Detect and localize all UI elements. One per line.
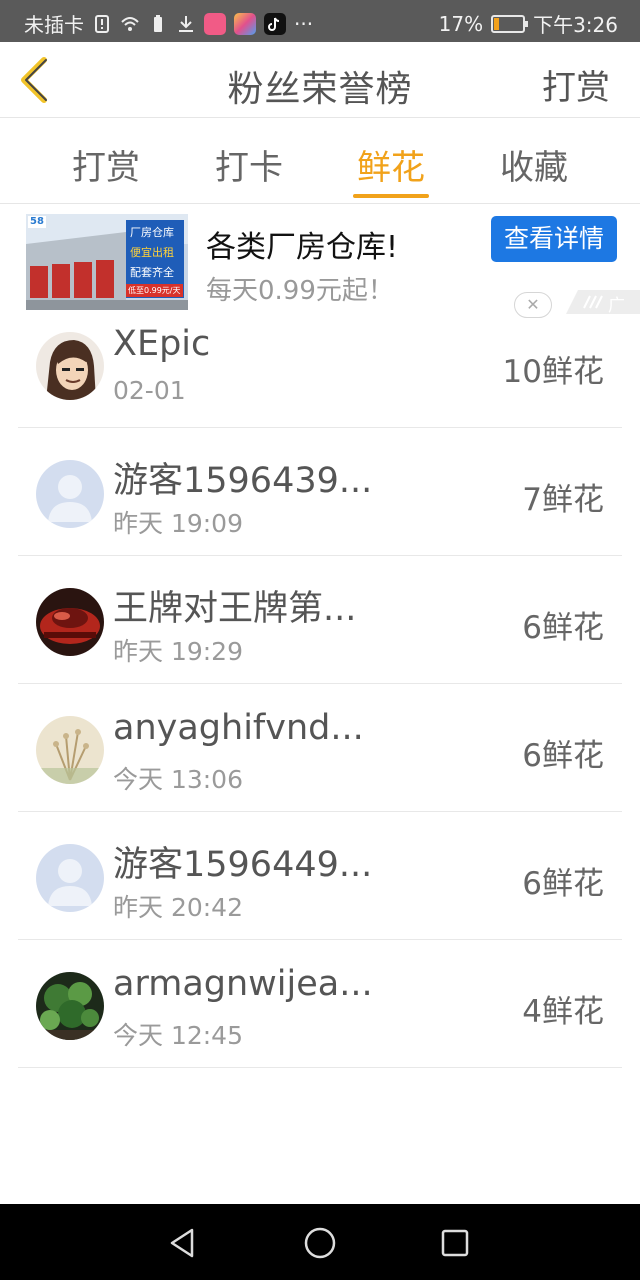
fan-time: 02-01: [113, 376, 186, 405]
flower-count: 7鲜花: [522, 482, 604, 518]
status-right: 17% 下午3:26: [439, 9, 618, 38]
avatar: [36, 332, 104, 400]
square-recents-icon: [441, 1229, 469, 1257]
tab-favorites[interactable]: 收藏: [484, 140, 584, 189]
flower-count: 6鲜花: [522, 738, 604, 774]
default-avatar-icon: [36, 844, 104, 912]
reward-button[interactable]: 打赏: [542, 60, 610, 109]
ad-title: 各类厂房仓库!: [206, 230, 399, 265]
avatar: [36, 460, 104, 528]
circle-home-icon: [304, 1227, 336, 1259]
fan-name: armagnwijea...: [113, 964, 373, 1004]
tab-bar: 打赏 打卡 鲜花 收藏: [0, 118, 640, 204]
list-item[interactable]: 王牌对王牌第... 昨天 19:29 6鲜花: [18, 556, 622, 684]
avatar: [36, 716, 104, 784]
flower-count: 6鲜花: [522, 610, 604, 646]
active-tab-indicator: [353, 194, 429, 198]
fan-time: 今天 12:45: [113, 1021, 243, 1050]
fan-time: 昨天 19:09: [113, 509, 243, 538]
list-item[interactable]: 游客1596449... 昨天 20:42 6鲜花: [18, 812, 622, 940]
battery-fill: [494, 17, 500, 30]
tab-reward[interactable]: 打赏: [56, 140, 156, 189]
list-item[interactable]: anyaghifvnd... 今天 13:06 6鲜花: [18, 684, 622, 812]
tiktok-icon: [264, 12, 286, 35]
app-header: 粉丝荣誉榜 打赏: [0, 42, 640, 118]
status-bar: 未插卡 ··· 17% 下午3:26: [0, 0, 640, 42]
triangle-back-icon: [170, 1228, 194, 1258]
tab-checkin[interactable]: 打卡: [199, 140, 299, 189]
fan-time: 昨天 19:29: [113, 637, 243, 666]
ad-details-button[interactable]: 查看详情: [491, 216, 617, 262]
flower-count: 6鲜花: [522, 866, 604, 902]
tab-flowers[interactable]: 鲜花: [341, 140, 441, 189]
flower-count: 4鲜花: [522, 994, 604, 1030]
system-nav-bar: [0, 1204, 640, 1280]
list-item[interactable]: armagnwijea... 今天 12:45 4鲜花: [18, 940, 622, 1068]
ad-image[interactable]: 58 厂房仓库 便宜出租 配套齐全 低至0.99元/天: [26, 214, 188, 310]
avatar: [36, 588, 104, 656]
wifi-icon: [121, 16, 139, 31]
nav-home-button[interactable]: [303, 1226, 337, 1260]
app-icon-pink: [204, 12, 226, 35]
clock: 下午3:26: [533, 13, 618, 37]
fan-name: 游客1596449...: [113, 845, 373, 885]
list-item[interactable]: 游客1596439... 昨天 19:09 7鲜花: [18, 428, 622, 556]
battery-percent: 17%: [438, 11, 484, 36]
ad-image-price: 低至0.99元/天: [126, 284, 183, 297]
avatar: [36, 972, 104, 1040]
carrier-label: 未插卡: [24, 13, 84, 37]
ad-image-logo: 58: [30, 216, 44, 227]
fan-name: anyaghifvnd...: [113, 708, 364, 748]
fan-time: 昨天 20:42: [113, 893, 243, 922]
ad-banner[interactable]: 58 厂房仓库 便宜出租 配套齐全 低至0.99元/天 各类厂房仓库! 每天0.…: [0, 204, 640, 341]
ad-image-line2: 便宜出租: [130, 246, 174, 259]
fan-list: XEpic 02-01 10鲜花 游客1596439... 昨天 19:09 7…: [18, 300, 622, 1068]
nav-recents-button[interactable]: [438, 1226, 472, 1260]
fan-name: 王牌对王牌第...: [113, 589, 357, 629]
sim-alert-icon: [95, 14, 109, 33]
status-left: 未插卡 ···: [24, 9, 313, 38]
fan-time: 今天 13:06: [113, 765, 243, 794]
app-icon-gradient: [234, 12, 256, 35]
nav-back-button[interactable]: [166, 1226, 200, 1260]
battery-icon: [491, 14, 529, 33]
battery-saver-icon: [154, 14, 162, 32]
more-notifications-indicator: ···: [294, 11, 314, 36]
fan-name: XEpic: [113, 324, 211, 364]
default-avatar-icon: [36, 460, 104, 528]
list-item[interactable]: XEpic 02-01 10鲜花: [18, 300, 622, 428]
ad-image-line1: 厂房仓库: [130, 226, 174, 239]
ad-image-line3: 配套齐全: [130, 266, 174, 279]
avatar: [36, 844, 104, 912]
download-icon: [179, 15, 193, 32]
flower-count: 10鲜花: [502, 354, 604, 390]
fan-name: 游客1596439...: [113, 461, 373, 501]
